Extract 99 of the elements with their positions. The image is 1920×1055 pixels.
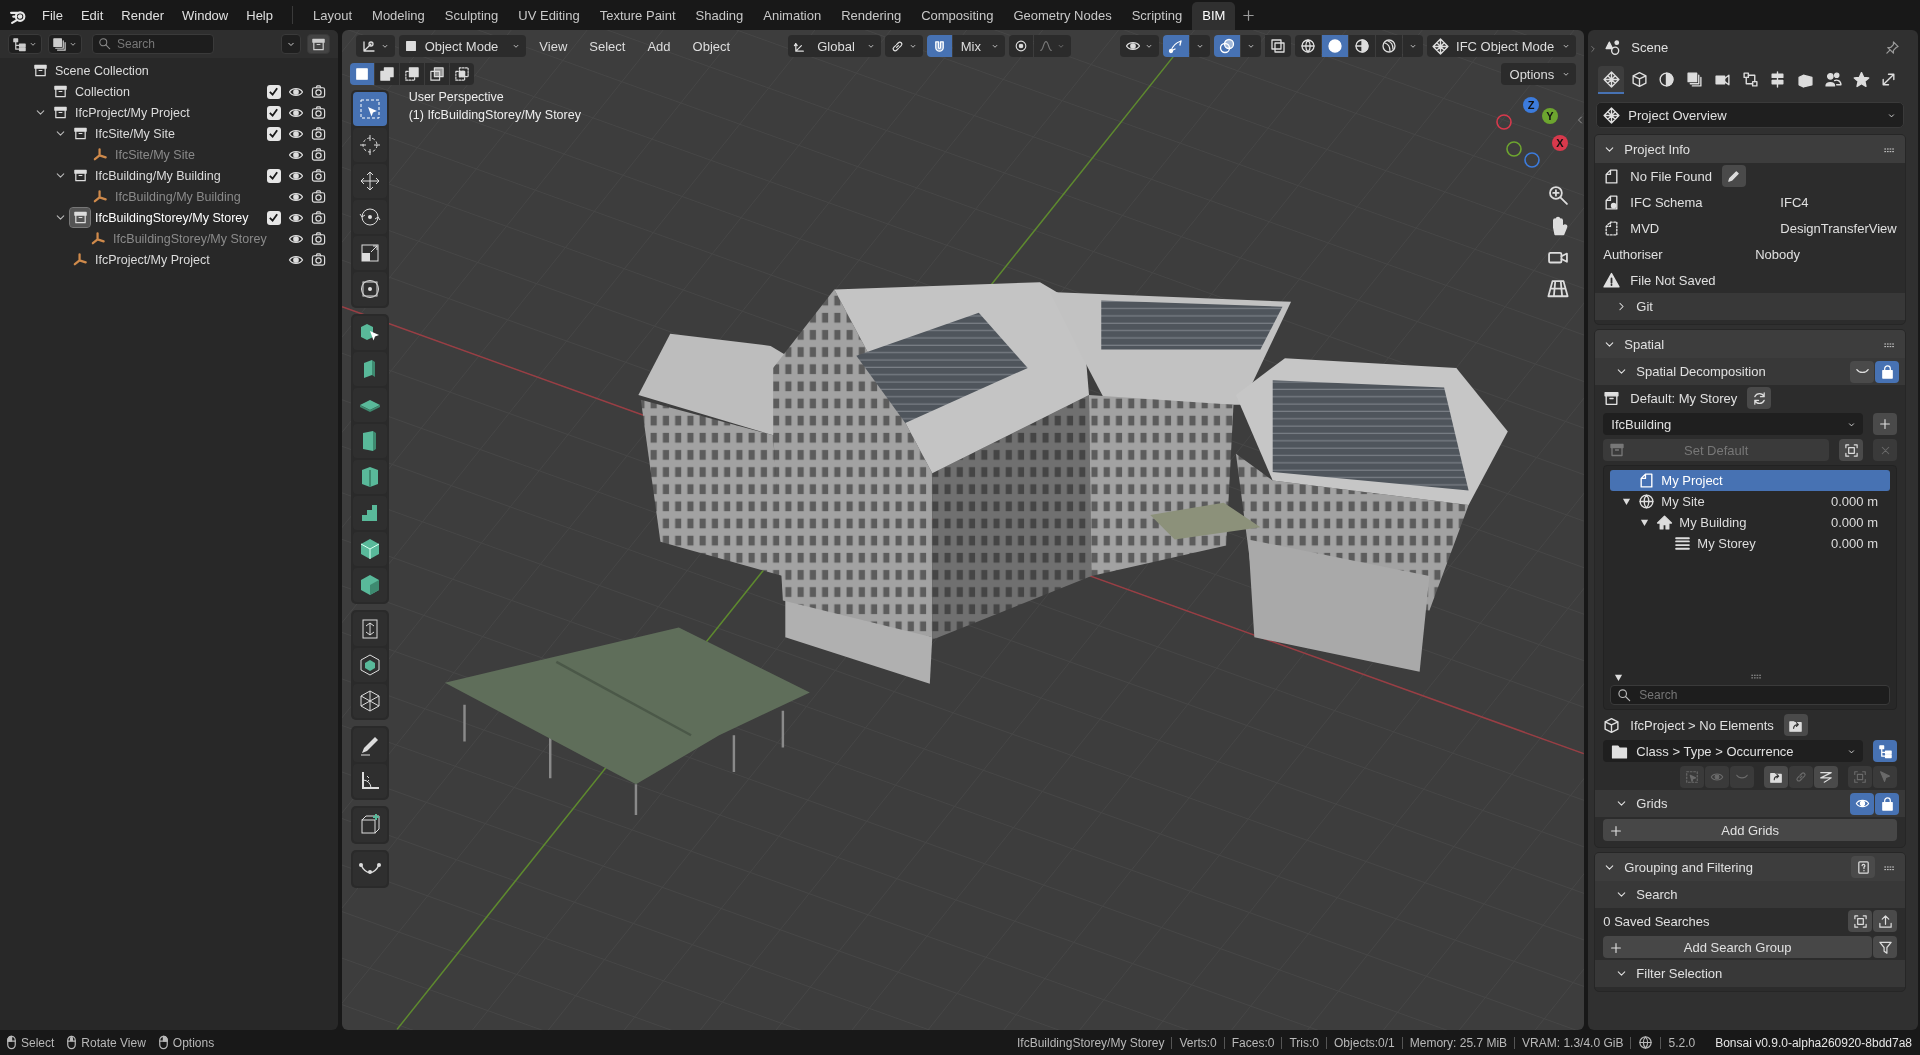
tree-item-label: My Building — [1679, 515, 1748, 530]
tree-row[interactable]: My Project — [1610, 470, 1890, 491]
workspace-tab[interactable]: Sculpting — [434, 2, 509, 30]
menu-item[interactable]: Add — [638, 38, 680, 54]
tree-item-label: My Site — [1661, 494, 1706, 509]
default-container-text: Default: My Storey — [1630, 390, 1738, 406]
menu-item[interactable]: File — [33, 3, 72, 27]
elevation-value: 0.000 m — [1831, 515, 1878, 530]
scene-statistic: IfcBuildingStorey/My Storey — [1017, 1035, 1165, 1050]
menu-item[interactable]: Help — [237, 3, 282, 27]
subpanel-header[interactable]: Spatial Decomposition — [1595, 358, 1905, 385]
axis-handle[interactable]: X — [1551, 135, 1568, 151]
snap-target-dropdown[interactable]: Mix — [952, 35, 1005, 57]
file-status-text: No File Found — [1630, 168, 1712, 184]
tree-item-label[interactable]: Collection — [75, 84, 267, 99]
search-field[interactable]: Search — [92, 34, 214, 54]
ifc-mode-dropdown[interactable]: IFC Object Mode — [1427, 35, 1577, 57]
tree-item-label[interactable]: Scene Collection — [55, 63, 312, 78]
scene-statistic: Memory: 25.7 MiB — [1409, 1035, 1508, 1050]
subpanel-header[interactable]: Filter Selection — [1595, 960, 1905, 987]
warning-text: File Not Saved — [1630, 272, 1717, 288]
panel-header[interactable]: Spatial — [1595, 330, 1905, 358]
workspace-tab[interactable]: Texture Paint — [589, 2, 686, 30]
workspace-tab[interactable]: UV Editing — [508, 2, 590, 30]
menu-item[interactable]: Object — [683, 38, 740, 54]
workspace-tab[interactable]: Layout — [303, 2, 363, 30]
viewport-info-text: (1) IfcBuildingStorey/My Storey — [408, 108, 581, 122]
subpanel-title: Filter Selection — [1636, 966, 1724, 981]
tree-item-label[interactable]: IfcBuildingStorey/My Storey — [113, 231, 267, 246]
tree-item-label[interactable]: IfcProject/My Project — [95, 252, 267, 267]
tree-item-label: My Storey — [1697, 536, 1757, 551]
elements-text: IfcProject > No Elements — [1630, 717, 1774, 733]
hint-text: Options — [172, 1035, 215, 1050]
subpanel-title: Spatial Decomposition — [1636, 364, 1767, 379]
workspace-tab[interactable]: Modeling — [362, 2, 435, 30]
context-title: Scene — [1631, 39, 1670, 55]
menu-item[interactable]: View — [530, 38, 577, 54]
tree-item-label[interactable]: IfcSite/My Site — [95, 126, 267, 141]
options-dropdown[interactable]: Options — [1500, 63, 1577, 85]
scene-statistic: Objects:0/1 — [1334, 1035, 1395, 1050]
panel-header[interactable]: Project Info — [1595, 135, 1905, 163]
workspace-tab[interactable]: Shading — [685, 2, 754, 30]
hint-text: Select — [21, 1035, 55, 1050]
tree-item-label[interactable]: IfcBuilding/My Building — [95, 168, 267, 183]
mode-dropdown[interactable]: Object Mode — [398, 35, 527, 57]
workspace-tab[interactable]: Compositing — [911, 2, 1004, 30]
add-search-group-button[interactable]: Add Search Group — [1603, 936, 1872, 958]
field-value: IFC4 — [1780, 194, 1810, 210]
elevation-value: 0.000 m — [1831, 494, 1878, 509]
subpanel-title: Grids — [1636, 796, 1669, 811]
menu-item[interactable]: Edit — [71, 3, 113, 27]
page-dropdown[interactable]: Project Overview — [1596, 102, 1904, 128]
field-label: Authoriser — [1603, 246, 1664, 262]
subpanel-header[interactable]: Grids — [1595, 790, 1905, 817]
menu-item[interactable]: Select — [580, 38, 635, 54]
orientation-dropdown[interactable]: Global — [788, 35, 881, 57]
tree-item-label[interactable]: IfcBuilding/My Building — [115, 189, 267, 204]
tree-item-label[interactable]: IfcSite/My Site — [115, 147, 267, 162]
workspace-tab[interactable]: Rendering — [831, 2, 912, 30]
addon-version-text: Bonsai v0.9.0-alpha260920-8bdd7a8 — [1715, 1035, 1912, 1050]
workspace-tab[interactable]: Geometry Nodes — [1003, 2, 1122, 30]
workspace-tab[interactable]: Animation — [753, 2, 832, 30]
viewport-info-text: User Perspective — [408, 90, 505, 104]
subpanel-title: Search — [1636, 887, 1679, 902]
scene-statistic: Faces:0 — [1231, 1035, 1275, 1050]
tree-item-label[interactable]: IfcProject/My Project — [75, 105, 267, 120]
panel-title: Project Info — [1624, 141, 1692, 157]
elevation-value: 0.000 m — [1831, 536, 1878, 551]
add-grids-button[interactable]: Add Grids — [1603, 819, 1897, 841]
hint-text: Rotate View — [81, 1035, 146, 1050]
field-value: DesignTransferView — [1780, 220, 1897, 236]
scene-statistic: Verts:0 — [1179, 1035, 1217, 1050]
menu-item[interactable]: Render — [112, 3, 173, 27]
workspace-tab[interactable]: BIM — [1192, 2, 1236, 30]
tree-row[interactable]: My Storey 0.000 m — [1610, 533, 1890, 554]
subpanel-header[interactable]: Git — [1595, 293, 1905, 320]
panel-title: Grouping and Filtering — [1624, 859, 1754, 875]
field-label: MVD — [1630, 220, 1661, 236]
workspace-tab[interactable]: Scripting — [1121, 2, 1193, 30]
version-text: 5.2.0 — [1668, 1035, 1696, 1050]
search-field[interactable]: Search — [1610, 685, 1890, 705]
scene-statistic: Tris:0 — [1289, 1035, 1320, 1050]
class-dropdown[interactable]: IfcBuilding — [1603, 413, 1863, 435]
scene-statistic: VRAM: 1.3/4.0 GiB — [1522, 1035, 1624, 1050]
saved-searches-text: 0 Saved Searches — [1603, 913, 1711, 929]
axis-handle[interactable]: Z — [1522, 97, 1539, 113]
tree-item-label[interactable]: IfcBuildingStorey/My Storey — [95, 210, 267, 225]
field-label: IFC Schema — [1630, 194, 1704, 210]
panel-title: Spatial — [1624, 336, 1666, 352]
axis-handle[interactable]: Y — [1541, 108, 1558, 124]
tree-row[interactable]: My Site 0.000 m — [1610, 491, 1890, 512]
grouping-dropdown[interactable]: Class > Type > Occurrence — [1603, 740, 1863, 762]
menu-item[interactable]: Window — [173, 3, 238, 27]
subpanel-title: Git — [1636, 299, 1654, 314]
subpanel-header[interactable]: Search — [1595, 881, 1905, 908]
panel-header[interactable]: Grouping and Filtering — [1595, 853, 1905, 881]
field-value: Nobody — [1755, 246, 1801, 262]
tree-row[interactable]: My Building 0.000 m — [1610, 512, 1890, 533]
tree-item-label: My Project — [1661, 473, 1724, 488]
